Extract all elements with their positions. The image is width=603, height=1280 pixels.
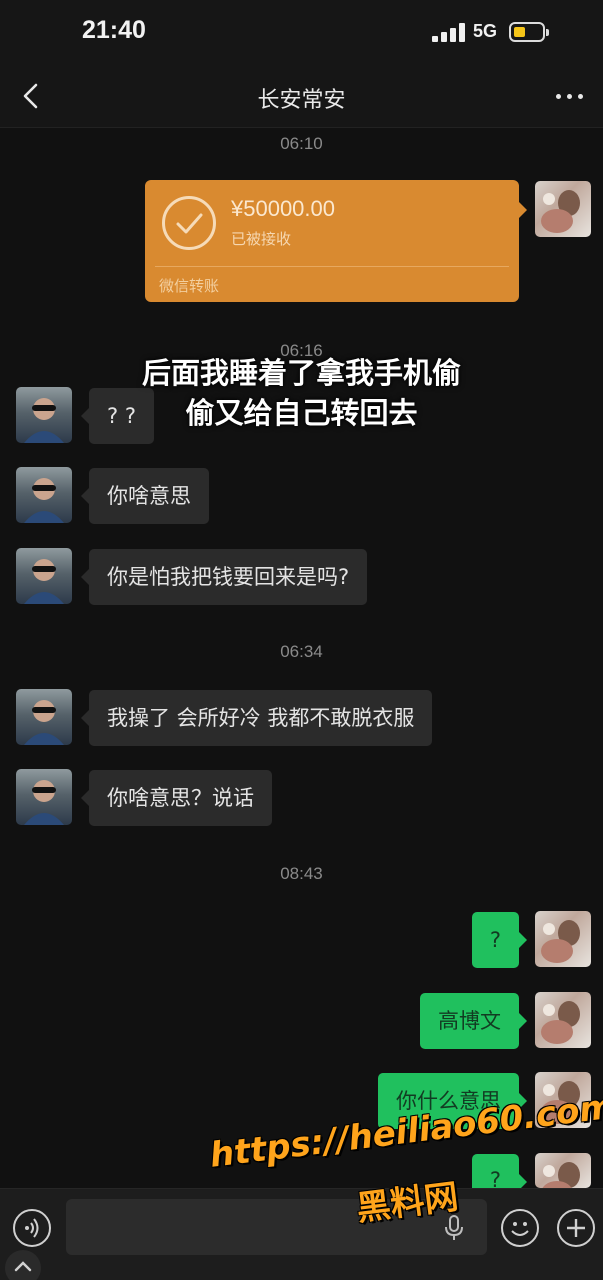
signal-icon — [432, 22, 466, 42]
avatar-self[interactable] — [535, 1153, 591, 1188]
caption-line: 后面我睡着了拿我手机偷 — [141, 356, 461, 390]
timestamp: 08:43 — [280, 864, 323, 883]
chat-header: 长安常安 — [0, 64, 603, 128]
message-bubble[interactable]: ? — [471, 912, 528, 968]
avatar-self[interactable] — [535, 992, 591, 1048]
more-icon[interactable] — [552, 86, 588, 106]
chat-title: 长安常安 — [257, 88, 346, 113]
avatar-self[interactable] — [535, 911, 591, 967]
voice-icon[interactable] — [13, 1209, 51, 1247]
message-bubble[interactable]: 我操了 会所好冷 我都不敢脱衣服 — [80, 690, 433, 746]
timestamp: 06:34 — [280, 642, 323, 661]
status-bar: 21:40 5G — [0, 0, 603, 64]
plus-icon[interactable] — [557, 1209, 595, 1247]
transfer-amount: ¥50000.00 — [231, 196, 335, 221]
avatar-contact[interactable] — [16, 689, 72, 745]
chevron-up-icon[interactable] — [5, 1250, 41, 1280]
transfer-card[interactable]: ¥50000.00 已被接收 微信转账 — [145, 180, 527, 302]
message-bubble[interactable]: 你是怕我把钱要回来是吗? — [80, 549, 368, 605]
caption-line: 偷又给自己转回去 — [185, 396, 418, 430]
network-label: 5G — [473, 21, 498, 41]
divider — [155, 266, 509, 267]
message-bubble[interactable]: 你啥意思？说话 — [81, 770, 272, 826]
avatar-contact[interactable] — [16, 467, 72, 523]
message-bubble[interactable]: 高博文 — [420, 993, 527, 1049]
avatar-contact[interactable] — [16, 769, 72, 825]
status-time: 21:40 — [82, 16, 146, 44]
avatar-contact[interactable] — [16, 548, 72, 604]
avatar-self[interactable] — [535, 181, 591, 237]
overlay-caption: 后面我睡着了拿我手机偷 偷又给自己转回去 — [60, 353, 543, 433]
message-bubble[interactable]: 你啥意思 — [81, 468, 209, 524]
input-bar — [0, 1188, 603, 1280]
transfer-status: 已被接收 — [231, 230, 292, 248]
transfer-type: 微信转账 — [159, 277, 220, 295]
timestamp: 06:10 — [280, 134, 323, 153]
message-bubble[interactable]: ? — [471, 1154, 528, 1192]
battery-icon — [509, 22, 549, 42]
check-circle-icon — [162, 196, 216, 250]
emoji-icon[interactable] — [501, 1209, 539, 1247]
